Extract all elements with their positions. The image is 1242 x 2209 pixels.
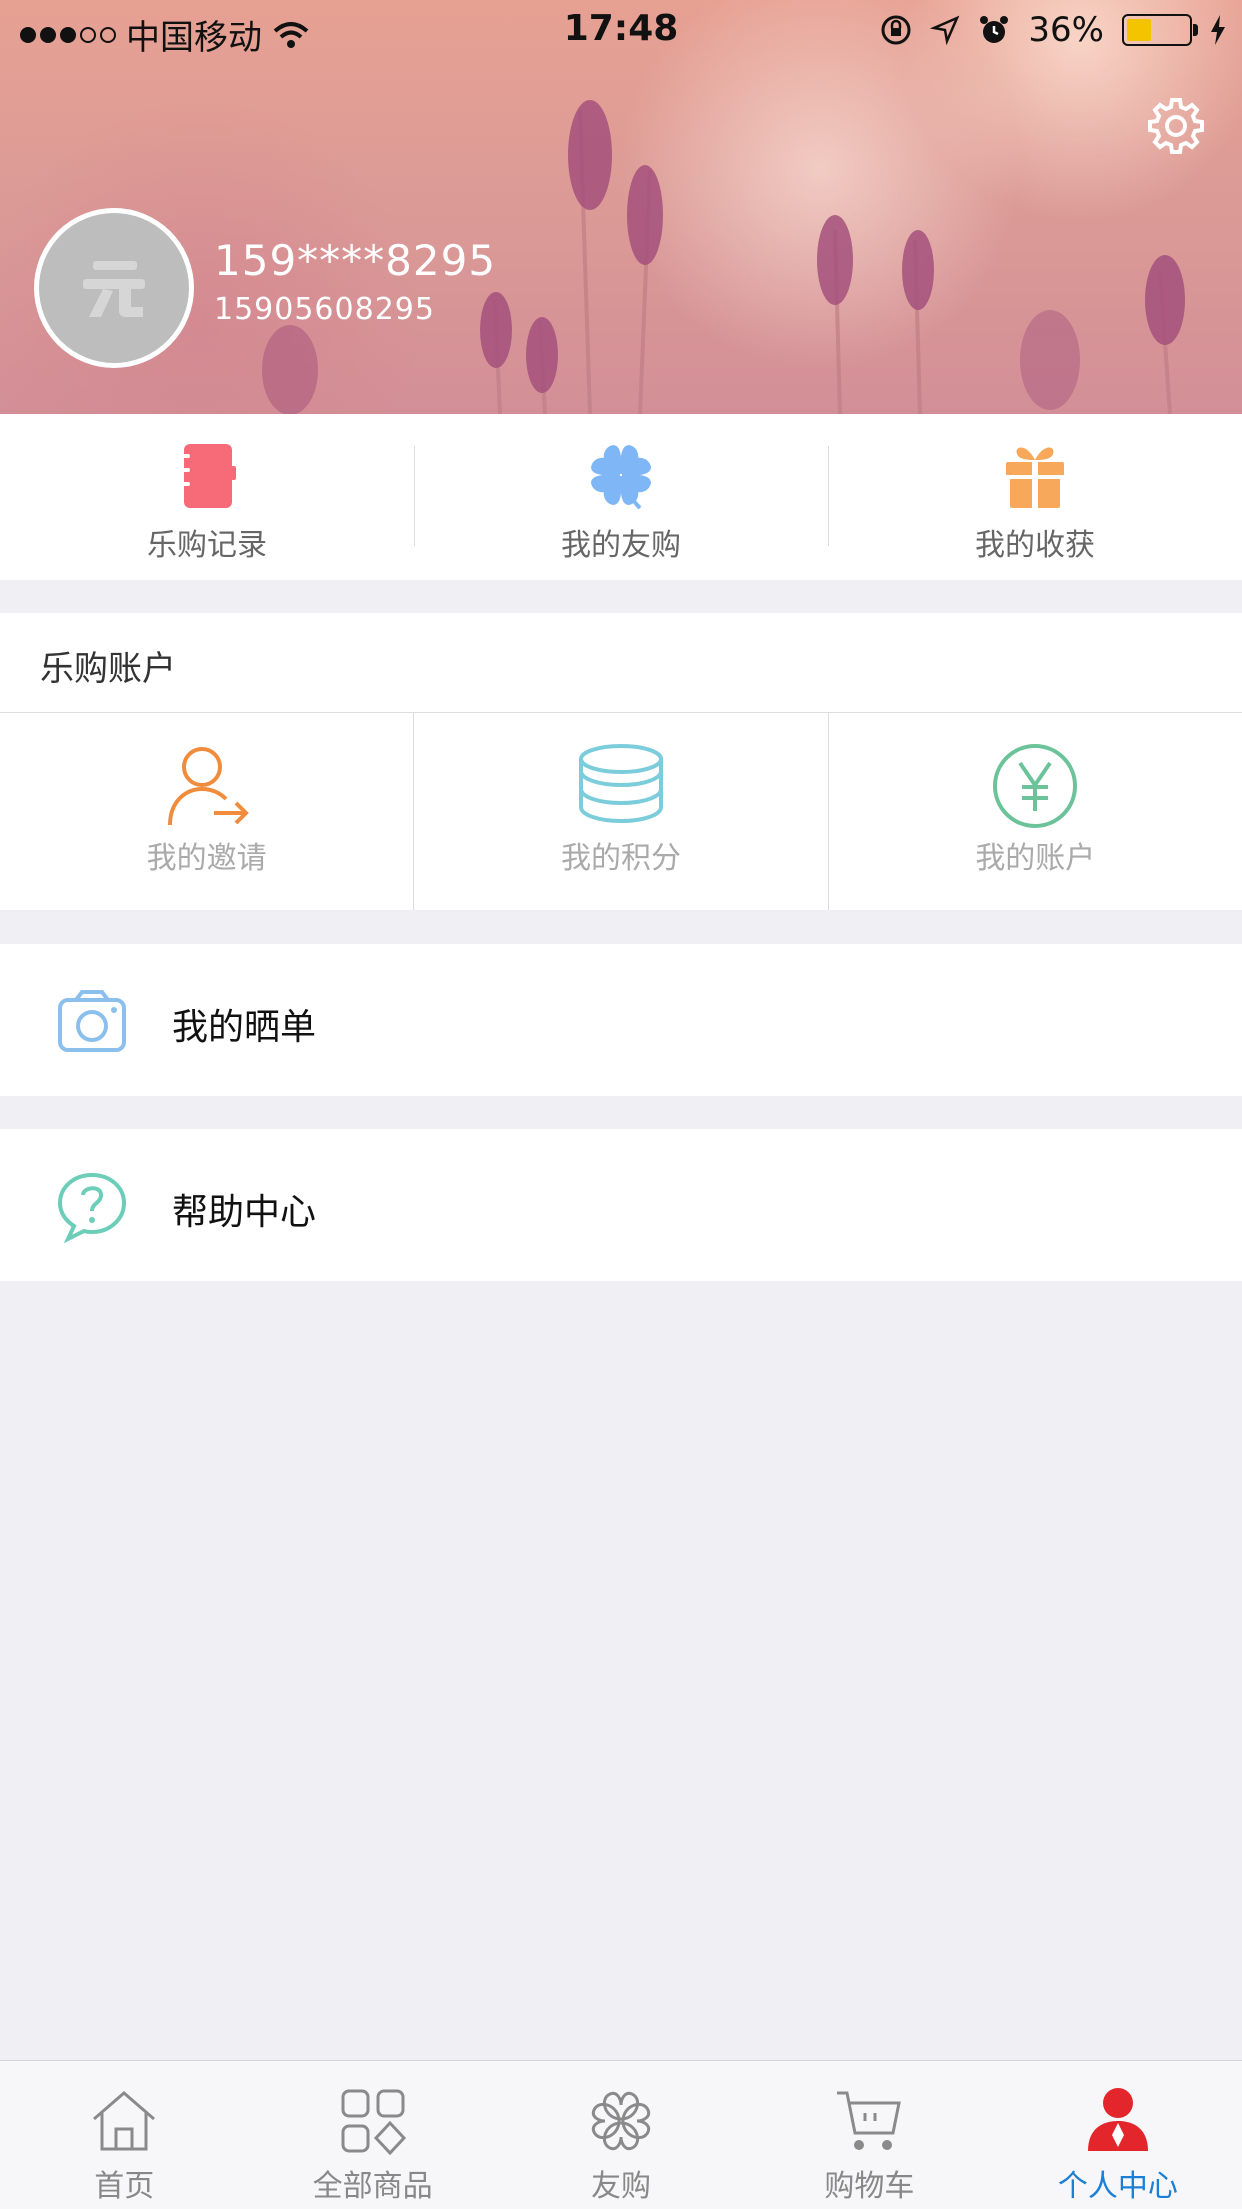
tab-home[interactable]: 首页 xyxy=(0,2061,248,2209)
notebook-icon xyxy=(178,444,236,508)
status-bar: 中国移动 17:48 36% xyxy=(0,0,1242,60)
yuan-coin-icon xyxy=(993,744,1078,828)
account-item-label: 我的邀请 xyxy=(146,841,267,876)
cart-icon xyxy=(837,2091,902,2150)
avatar[interactable] xyxy=(34,208,194,368)
account-grid: 我的邀请 我的积分 我的账户 xyxy=(0,713,1242,910)
tab-label: 友购 xyxy=(591,2169,652,2204)
home-icon xyxy=(93,2091,156,2151)
account-item-my-points[interactable]: 我的积分 xyxy=(413,713,827,910)
account-section-header: 乐购账户 xyxy=(0,613,1242,713)
default-avatar-logo-icon xyxy=(83,261,145,317)
user-nickname: 159****8295 xyxy=(214,236,497,285)
clover-icon xyxy=(591,2091,651,2151)
battery-icon xyxy=(1122,14,1198,46)
quick-item-purchase-records[interactable]: 乐购记录 xyxy=(0,414,414,580)
quick-item-label: 我的友购 xyxy=(561,528,681,563)
coins-stack-icon xyxy=(578,744,663,824)
tab-personal-center[interactable]: 个人中心 xyxy=(994,2061,1242,2209)
account-item-label: 我的账户 xyxy=(975,841,1096,876)
account-item-label: 我的积分 xyxy=(560,841,681,876)
menu-row-my-shares[interactable]: 我的晒单 xyxy=(0,944,1242,1096)
invite-user-icon xyxy=(167,747,249,826)
location-arrow-icon xyxy=(930,15,960,45)
charging-bolt-icon xyxy=(1211,15,1225,45)
alarm-icon xyxy=(980,16,1009,43)
clover-icon xyxy=(591,445,651,510)
quick-item-label: 乐购记录 xyxy=(147,528,267,563)
tab-all-products[interactable]: 全部商品 xyxy=(248,2061,496,2209)
menu-row-label: 帮助中心 xyxy=(172,1192,317,1233)
gift-icon xyxy=(1006,447,1064,508)
profile-header: 中国移动 17:48 36% 159****8295 15905608295 xyxy=(0,0,1242,414)
tab-cart[interactable]: 购物车 xyxy=(745,2061,993,2209)
help-chat-icon xyxy=(57,1172,127,1243)
camera-icon xyxy=(58,990,126,1052)
user-phone: 15905608295 xyxy=(214,292,435,327)
account-item-my-invitations[interactable]: 我的邀请 xyxy=(0,713,413,910)
account-item-my-account[interactable]: 我的账户 xyxy=(827,713,1242,910)
quick-actions: 乐购记录 我的友购 我的收获 xyxy=(0,414,1242,580)
menu-row-help-center[interactable]: 帮助中心 xyxy=(0,1129,1242,1281)
lavender-background-image xyxy=(262,100,1185,414)
quick-item-label: 我的收获 xyxy=(975,528,1095,563)
rotation-lock-icon xyxy=(881,15,911,45)
bottom-tab-bar: 首页 全部商品 友购 购物车 个人中心 xyxy=(0,2060,1242,2209)
tab-label: 购物车 xyxy=(824,2169,915,2204)
grid-icon xyxy=(341,2089,406,2156)
tab-label: 全部商品 xyxy=(312,2169,433,2204)
section-title: 乐购账户 xyxy=(40,649,176,689)
settings-gear-icon[interactable] xyxy=(1146,96,1206,156)
quick-item-my-rewards[interactable]: 我的收获 xyxy=(828,414,1242,580)
menu-row-label: 我的晒单 xyxy=(172,1007,317,1048)
tab-label: 首页 xyxy=(94,2169,155,2204)
tab-group-buy[interactable]: 友购 xyxy=(497,2061,745,2209)
tab-label: 个人中心 xyxy=(1057,2169,1178,2204)
quick-item-my-group-buy[interactable]: 我的友购 xyxy=(414,414,828,580)
battery-percentage: 36% xyxy=(1028,10,1104,50)
person-icon xyxy=(1087,2088,1148,2151)
